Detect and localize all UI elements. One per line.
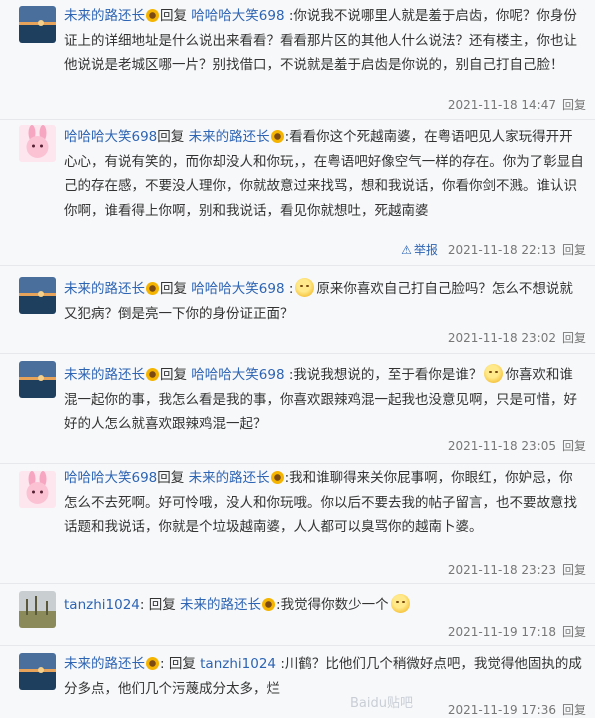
comment-body: 哈哈哈大笑698回复 未来的路还长:看看你这个死越南婆，在粤语吧见人家玩得开开心… bbox=[64, 125, 584, 223]
comment-body: 未来的路还长 回复 哈哈哈大笑698 :我说我想说的，至于看你是谁？ 你喜欢和谁混一… bbox=[64, 363, 584, 437]
comment-item: tanzhi1024: 回复 未来的路还长:我觉得你数少一个 2021-11-1… bbox=[0, 583, 595, 646]
comment-time: 2021-11-19 17:18 bbox=[447, 625, 556, 639]
sunflower-badge-icon bbox=[270, 130, 284, 143]
sunflower-badge-icon bbox=[262, 598, 276, 611]
comment-author[interactable]: 哈哈哈大笑698 bbox=[64, 129, 157, 145]
reply-button[interactable]: 回复 bbox=[562, 703, 586, 717]
comment-meta: 2021-11-18 23:05 回复 bbox=[442, 437, 586, 454]
comment-item: 哈哈哈大笑698回复 未来的路还长:我和谁聊得来关你屁事啊，你眼红，你妒忌，你怎… bbox=[0, 463, 595, 584]
comment-author[interactable]: 未来的路还长 bbox=[64, 8, 145, 24]
comment-body: 未来的路还长 回复 哈哈哈大笑698 : 原来你喜欢自己打自己脸吗？怎么不想说就又犯… bbox=[64, 277, 584, 326]
comment-author[interactable]: 未来的路还长 bbox=[64, 281, 145, 297]
reply-target[interactable]: 哈哈哈大笑698 bbox=[191, 281, 284, 297]
avatar-meadow[interactable] bbox=[19, 591, 56, 628]
reply-button[interactable]: 回复 bbox=[562, 331, 586, 345]
comment-body: 未来的路还长 回复 哈哈哈大笑698 :你说我不说哪里人就是羞于启齿，你呢？你身份… bbox=[64, 4, 584, 78]
avatar-sunset[interactable] bbox=[19, 653, 56, 690]
reply-button[interactable]: 回复 bbox=[562, 98, 586, 112]
reply-button[interactable]: 回复 bbox=[562, 243, 586, 257]
comment-text: :我说我想说的，至于看你是谁？ bbox=[288, 367, 483, 383]
avatar-sunset[interactable] bbox=[19, 277, 56, 314]
reply-word: 回复 bbox=[160, 367, 187, 383]
reply-word: 回复 bbox=[148, 597, 176, 613]
comment-item: 未来的路还长 回复 哈哈哈大笑698 : 原来你喜欢自己打自己脸吗？怎么不想说就又犯… bbox=[0, 265, 595, 354]
comment-time: 2021-11-18 22:13 bbox=[447, 243, 556, 257]
avatar-sunset[interactable] bbox=[19, 361, 56, 398]
comment-author[interactable]: 未来的路还长 bbox=[64, 656, 145, 672]
comment-time: 2021-11-18 23:05 bbox=[447, 439, 556, 453]
smile-emoji-icon bbox=[484, 364, 504, 383]
avatar-sunset[interactable] bbox=[19, 6, 56, 43]
reply-target[interactable]: 未来的路还长 bbox=[189, 129, 270, 145]
smile-emoji-icon bbox=[390, 594, 410, 613]
sunflower-badge-icon bbox=[146, 657, 159, 670]
comment-time: 2021-11-19 17:36 bbox=[447, 703, 556, 717]
reply-button[interactable]: 回复 bbox=[562, 563, 586, 577]
sunflower-badge-icon bbox=[146, 368, 159, 381]
comment-body: 未来的路还长: 回复 tanzhi1024 :川鹤？比他们几个稍微好点吧，我觉得… bbox=[64, 656, 582, 697]
comment-author[interactable]: 未来的路还长 bbox=[64, 367, 145, 383]
reply-word: 回复 bbox=[160, 8, 187, 24]
report-button[interactable]: ⚠ 举报 bbox=[401, 243, 438, 257]
reply-word: 回复 bbox=[168, 656, 196, 672]
reply-target[interactable]: 哈哈哈大笑698 bbox=[191, 8, 284, 24]
reply-target[interactable]: tanzhi1024 bbox=[200, 656, 276, 672]
avatar-pink-bunny[interactable] bbox=[19, 471, 56, 508]
comment-time: 2021-11-18 23:02 bbox=[447, 331, 556, 345]
comment-item: 未来的路还长: 回复 tanzhi1024 :川鹤？比他们几个稍微好点吧，我觉得… bbox=[0, 645, 595, 718]
comment-body: 哈哈哈大笑698回复 未来的路还长:我和谁聊得来关你屁事啊，你眼红，你妒忌，你怎… bbox=[64, 466, 584, 540]
comment-body: tanzhi1024: 回复 未来的路还长:我觉得你数少一个 bbox=[64, 593, 584, 618]
warning-icon: ⚠ bbox=[401, 243, 412, 257]
reply-button[interactable]: 回复 bbox=[562, 625, 586, 639]
reply-word: 回复 bbox=[160, 281, 187, 297]
avatar-pink-bunny[interactable] bbox=[19, 125, 56, 162]
sunflower-badge-icon bbox=[146, 282, 159, 295]
comment-item: 未来的路还长 回复 哈哈哈大笑698 :你说我不说哪里人就是羞于启齿，你呢？你身份… bbox=[0, 0, 595, 120]
comment-meta: 2021-11-19 17:36 回复 bbox=[442, 701, 586, 718]
baidu-watermark: Baidu贴吧 bbox=[350, 696, 413, 711]
comment-meta: 2021-11-18 23:02 回复 bbox=[442, 329, 586, 346]
smile-emoji-icon bbox=[295, 278, 315, 297]
reply-target[interactable]: 哈哈哈大笑698 bbox=[191, 367, 284, 383]
comment-meta: ⚠ 举报 2021-11-18 22:13 回复 bbox=[395, 241, 586, 258]
comment-author[interactable]: tanzhi1024 bbox=[64, 597, 140, 613]
reply-button[interactable]: 回复 bbox=[562, 439, 586, 453]
reply-target[interactable]: 未来的路还长 bbox=[180, 597, 261, 613]
reply-target[interactable]: 未来的路还长 bbox=[189, 470, 270, 486]
sunflower-badge-icon bbox=[270, 471, 284, 484]
comment-item: 哈哈哈大笑698回复 未来的路还长:看看你这个死越南婆，在粤语吧见人家玩得开开心… bbox=[0, 119, 595, 266]
comment-item: 未来的路还长 回复 哈哈哈大笑698 :我说我想说的，至于看你是谁？ 你喜欢和谁混一… bbox=[0, 353, 595, 464]
comment-meta: 2021-11-18 23:23 回复 bbox=[442, 561, 586, 578]
comment-time: 2021-11-18 23:23 bbox=[447, 563, 556, 577]
comment-author[interactable]: 哈哈哈大笑698 bbox=[64, 470, 157, 486]
comment-meta: 2021-11-19 17:18 回复 bbox=[442, 623, 586, 640]
sunflower-badge-icon bbox=[146, 9, 159, 22]
comment-time: 2021-11-18 14:47 bbox=[447, 98, 556, 112]
reply-word: 回复 bbox=[157, 129, 185, 145]
comment-text: :我觉得你数少一个 bbox=[276, 597, 389, 613]
comment-meta: 2021-11-18 14:47 回复 bbox=[442, 96, 586, 113]
reply-word: 回复 bbox=[157, 470, 185, 486]
